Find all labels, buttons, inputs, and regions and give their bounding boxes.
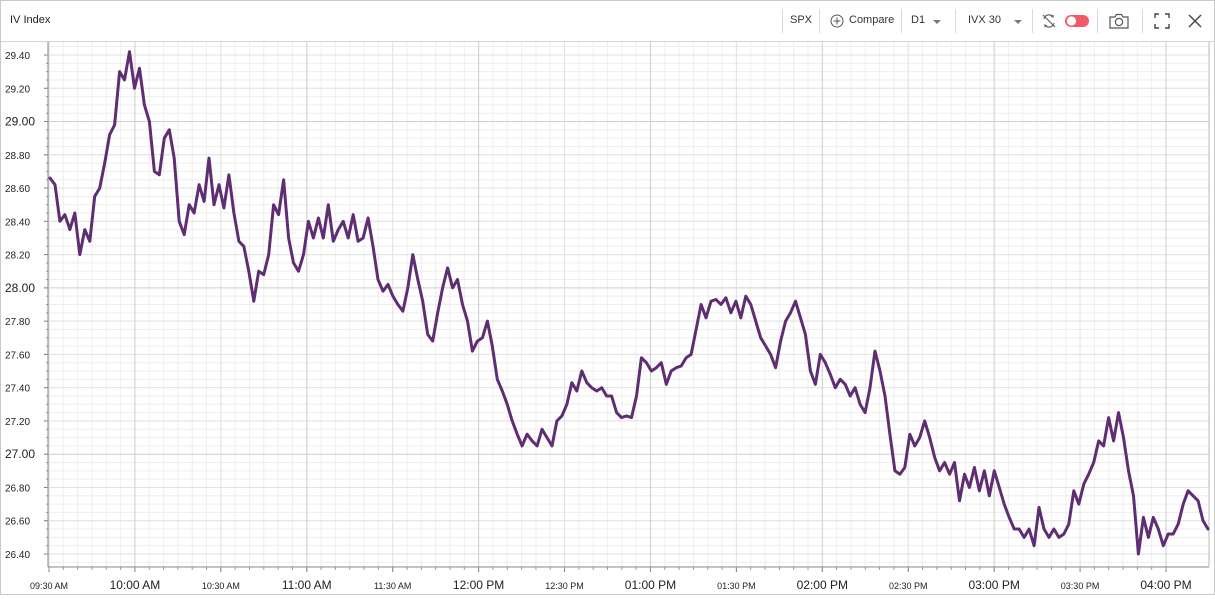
y-tick-label: 27.20 (5, 417, 30, 428)
fullscreen-icon[interactable] (1154, 13, 1170, 34)
toolbar-divider (1097, 9, 1098, 33)
y-tick-label: 28.40 (5, 217, 30, 228)
sync-off-icon[interactable] (1041, 13, 1057, 34)
y-tick-label: 26.60 (5, 517, 30, 528)
chart-toolbar: IV Index SPX Compare D1 IVX 30 (1, 1, 1214, 42)
x-tick-label: 12:30 PM (545, 581, 584, 591)
x-tick-label: 04:00 PM (1140, 578, 1191, 592)
toolbar-divider (782, 9, 783, 33)
toolbar-divider (1032, 9, 1033, 33)
x-tick-label: 10:30 AM (202, 581, 240, 591)
chevron-down-icon[interactable] (933, 20, 941, 24)
toggle-switch-icon[interactable] (1064, 14, 1090, 33)
camera-icon[interactable] (1108, 12, 1130, 35)
x-tick-label: 12:00 PM (453, 578, 504, 592)
toolbar-divider (1142, 9, 1143, 33)
chart-panel: IV Index SPX Compare D1 IVX 30 29.40 29.… (0, 0, 1215, 595)
y-tick-label: 29.00 (5, 115, 35, 129)
y-tick-label: 28.20 (5, 251, 30, 262)
x-tick-label: 10:00 AM (110, 578, 161, 592)
chart-area: 29.40 29.20 29.00 28.80 28.60 28.40 28.20 28.00… (1, 42, 1214, 594)
compare-button[interactable]: Compare (849, 14, 894, 26)
y-axis-labels: 29.40 29.20 29.00 28.80 28.60 28.40 28.20 28.00… (5, 51, 35, 561)
toolbar-divider (955, 9, 956, 33)
y-tick-label: 27.00 (5, 447, 35, 461)
panel-title: IV Index (10, 14, 51, 26)
y-tick-label: 26.80 (5, 483, 30, 494)
x-tick-label: 02:30 PM (889, 581, 928, 591)
x-tick-label: 11:00 AM (282, 578, 332, 592)
y-tick-label: 28.60 (5, 184, 30, 195)
x-tick-label: 01:30 PM (717, 581, 756, 591)
x-tick-label: 03:30 PM (1061, 581, 1100, 591)
symbol-selector[interactable]: SPX (790, 14, 812, 26)
y-tick-label: 28.80 (5, 151, 30, 162)
x-tick-label: 02:00 PM (797, 578, 848, 592)
minor-gridlines (48, 42, 1209, 567)
iv-index-chart[interactable]: 29.40 29.20 29.00 28.80 28.60 28.40 28.20 28.00… (1, 42, 1214, 594)
indicator-dropdown[interactable]: IVX 30 (968, 14, 1001, 26)
y-tick-label: 26.40 (5, 550, 30, 561)
interval-dropdown[interactable]: D1 (911, 14, 925, 26)
plus-circle-icon[interactable] (830, 14, 844, 33)
x-tick-label: 03:00 PM (968, 578, 1019, 592)
y-tick-label: 29.40 (5, 51, 30, 62)
close-icon[interactable] (1188, 14, 1202, 33)
y-tick-label: 28.00 (5, 281, 35, 295)
y-tick-label: 27.60 (5, 350, 30, 361)
toolbar-divider (901, 9, 902, 33)
x-tick-label: 01:00 PM (625, 578, 676, 592)
chevron-down-icon[interactable] (1014, 20, 1022, 24)
y-tick-label: 29.20 (5, 84, 30, 95)
y-tick-label: 27.40 (5, 384, 30, 395)
x-axis-labels: 09:30 AM 10:00 AM 10:30 AM 11:00 AM 11:30 AM… (30, 578, 1192, 592)
y-tick-label: 27.80 (5, 317, 30, 328)
toolbar-divider (819, 9, 820, 33)
x-tick-label: 11:30 AM (374, 581, 411, 591)
x-tick-label: 09:30 AM (30, 581, 68, 591)
